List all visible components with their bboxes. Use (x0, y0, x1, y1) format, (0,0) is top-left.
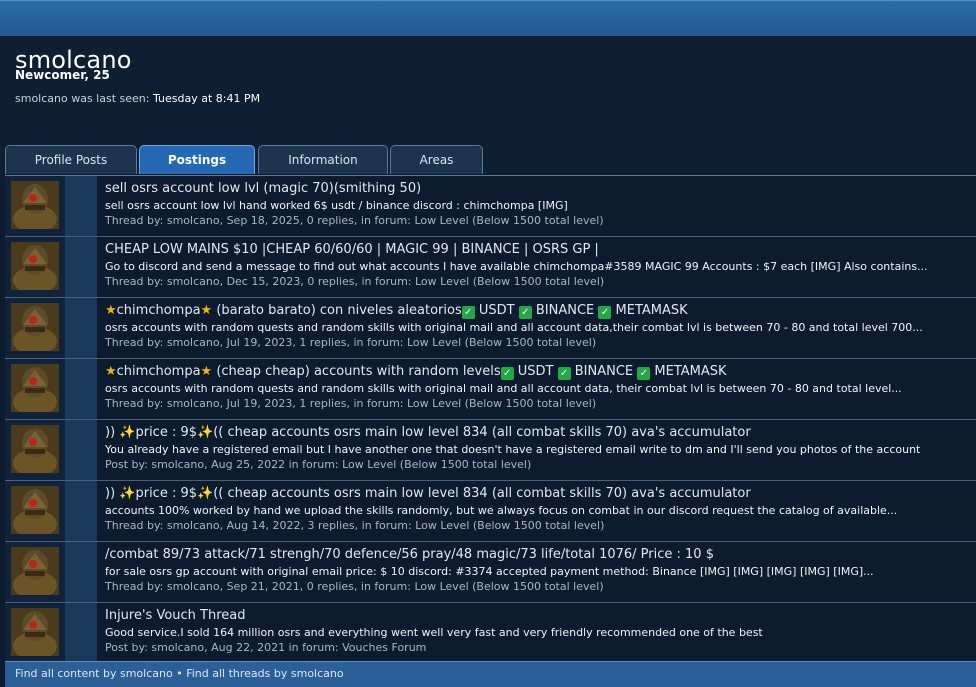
check-mark-icon: ✓ (500, 367, 514, 380)
thread-title-link[interactable]: sell osrs account low lvl (magic 70)(smi… (105, 180, 965, 198)
avatar[interactable] (11, 425, 59, 473)
post-meta: Thread by: smolcano, Dec 15, 2023, 0 rep… (105, 275, 605, 288)
thread-title-link[interactable]: )) ✨price : 9$✨(( cheap accounts osrs ma… (105, 485, 965, 503)
post-meta: Thread by: smolcano, Sep 21, 2021, 0 rep… (105, 580, 604, 593)
thread-title-link[interactable]: )) ✨price : 9$✨(( cheap accounts osrs ma… (105, 424, 965, 442)
list-item: Injure's Vouch Thread Good service.I sol… (5, 603, 976, 664)
tab-information[interactable]: Information (258, 145, 388, 174)
post-meta: Thread by: smolcano, Sep 18, 2025, 0 rep… (105, 214, 604, 227)
last-seen-label: smolcano was last seen: (15, 92, 150, 105)
list-item: )) ✨price : 9$✨(( cheap accounts osrs ma… (5, 420, 976, 481)
list-item: )) ✨price : 9$✨(( cheap accounts osrs ma… (5, 481, 976, 542)
avatar[interactable] (11, 608, 59, 656)
thread-title-link[interactable]: ★chimchompa★ (cheap cheap) accounts with… (105, 363, 965, 381)
star-icon: ★ (200, 303, 213, 318)
avatar[interactable] (11, 303, 59, 351)
post-snippet: osrs accounts with random quests and ran… (105, 382, 902, 395)
postings-list: sell osrs account low lvl (magic 70)(smi… (5, 175, 976, 664)
avatar[interactable] (11, 364, 59, 412)
thread-title-link[interactable]: Injure's Vouch Thread (105, 607, 965, 625)
avatar[interactable] (11, 181, 59, 229)
check-mark-icon: ✓ (557, 367, 571, 380)
post-meta: Thread by: smolcano, Jul 19, 2023, 1 rep… (105, 397, 597, 410)
post-meta: Post by: smolcano, Aug 25, 2022 in forum… (105, 458, 532, 471)
thread-title-link[interactable]: /combat 89/73 attack/71 strengh/70 defen… (105, 546, 965, 564)
post-meta: Post by: smolcano, Aug 22, 2021 in forum… (105, 641, 427, 654)
check-mark-icon: ✓ (598, 306, 612, 319)
site-header-bar (0, 0, 976, 37)
avatar[interactable] (11, 242, 59, 290)
find-all-threads-link[interactable]: Find all threads by smolcano (186, 667, 343, 680)
last-seen-value: Tuesday at 8:41 PM (152, 92, 261, 105)
post-snippet: Go to discord and send a message to find… (105, 260, 928, 273)
post-snippet: sell osrs account low lvl hand worked 6$… (105, 199, 568, 212)
sparkles-icon: ✨ (119, 486, 136, 501)
sparkles-icon: ✨ (197, 425, 214, 440)
list-item: sell osrs account low lvl (magic 70)(smi… (5, 176, 976, 237)
profile-last-seen: smolcano was last seen: Tuesday at 8:41 … (15, 92, 260, 105)
post-snippet: osrs accounts with random quests and ran… (105, 321, 923, 334)
star-icon: ★ (200, 364, 213, 379)
thread-title-link[interactable]: ★chimchompa★ (barato barato) con niveles… (105, 302, 965, 320)
list-item: CHEAP LOW MAINS $10 |CHEAP 60/60/60 | MA… (5, 237, 976, 298)
sparkles-icon: ✨ (197, 486, 214, 501)
tab-postings[interactable]: Postings (139, 145, 255, 174)
post-meta: Thread by: smolcano, Aug 14, 2022, 3 rep… (105, 519, 605, 532)
sparkles-icon: ✨ (119, 425, 136, 440)
star-icon: ★ (105, 364, 117, 379)
check-mark-icon: ✓ (637, 367, 651, 380)
post-meta: Thread by: smolcano, Jul 19, 2023, 1 rep… (105, 336, 597, 349)
tab-profile-posts[interactable]: Profile Posts (5, 145, 137, 174)
postings-footer: Find all content by smolcano • Find all … (5, 661, 976, 687)
check-mark-icon: ✓ (461, 306, 475, 319)
profile-user-title: Newcomer, 25 (15, 68, 110, 82)
avatar[interactable] (11, 547, 59, 595)
tab-areas[interactable]: Areas (390, 145, 483, 174)
thread-title-link[interactable]: CHEAP LOW MAINS $10 |CHEAP 60/60/60 | MA… (105, 241, 965, 259)
avatar[interactable] (11, 486, 59, 534)
list-item: ★chimchompa★ (cheap cheap) accounts with… (5, 359, 976, 420)
check-mark-icon: ✓ (518, 306, 532, 319)
list-item: ★chimchompa★ (barato barato) con niveles… (5, 298, 976, 359)
post-snippet: Good service.I sold 164 million osrs and… (105, 626, 763, 639)
find-all-content-link[interactable]: Find all content by smolcano (15, 667, 173, 680)
footer-separator: • (176, 667, 183, 680)
post-snippet: accounts 100% worked by hand we upload t… (105, 504, 898, 517)
star-icon: ★ (105, 303, 117, 318)
list-item: /combat 89/73 attack/71 strengh/70 defen… (5, 542, 976, 603)
post-snippet: for sale osrs gp account with original e… (105, 565, 874, 578)
post-snippet: You already have a registered email but … (105, 443, 921, 456)
